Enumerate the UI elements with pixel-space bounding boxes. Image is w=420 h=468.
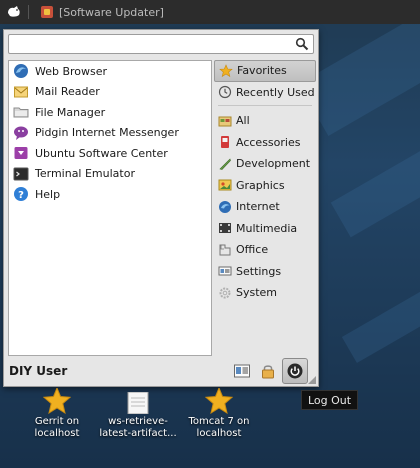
app-item-label: File Manager bbox=[35, 105, 106, 119]
star-bookmark-icon bbox=[43, 388, 71, 414]
app-item-help[interactable]: ? Help bbox=[9, 184, 211, 205]
category-office[interactable]: Office bbox=[214, 239, 316, 261]
search-icon[interactable] bbox=[295, 37, 309, 51]
search-input[interactable] bbox=[9, 35, 289, 53]
category-list: Favorites Recently Used All Accessories bbox=[214, 60, 316, 356]
mail-icon bbox=[14, 86, 28, 98]
log-out-tooltip: Log Out bbox=[301, 390, 359, 410]
app-item-label: Pidgin Internet Messenger bbox=[35, 126, 179, 140]
svg-text:?: ? bbox=[18, 190, 24, 201]
pidgin-icon bbox=[14, 126, 28, 140]
category-internet[interactable]: Internet bbox=[214, 196, 316, 218]
app-item-label: Terminal Emulator bbox=[35, 167, 135, 181]
desktop-icon-label: ws-retrieve- bbox=[108, 416, 168, 427]
document-icon bbox=[127, 392, 149, 414]
app-item-web-browser[interactable]: Web Browser bbox=[9, 61, 211, 82]
category-label: All bbox=[236, 114, 250, 128]
category-development[interactable]: Development bbox=[214, 153, 316, 175]
category-label: Accessories bbox=[236, 135, 301, 149]
software-updater-icon bbox=[41, 6, 53, 18]
terminal-icon bbox=[13, 167, 29, 181]
category-label: Office bbox=[236, 243, 269, 257]
taskbar-item-label: [Software Updater] bbox=[59, 5, 164, 19]
settings-icon bbox=[218, 266, 232, 276]
category-system[interactable]: System bbox=[214, 282, 316, 304]
xfce-mouse-icon bbox=[8, 6, 20, 17]
wallpaper-shape bbox=[330, 122, 420, 238]
internet-icon bbox=[219, 200, 231, 213]
development-icon bbox=[219, 158, 231, 170]
whisker-menu: Web Browser Mail Reader File Manager Pid… bbox=[3, 29, 319, 387]
settings-manager-button[interactable] bbox=[231, 359, 253, 383]
category-label: Recently Used bbox=[236, 85, 315, 99]
category-recently-used[interactable]: Recently Used bbox=[214, 82, 316, 104]
app-item-software-center[interactable]: Ubuntu Software Center bbox=[9, 143, 211, 164]
desktop-icon-gerrit[interactable]: Gerrit on localhost bbox=[12, 386, 102, 440]
app-item-label: Ubuntu Software Center bbox=[35, 146, 168, 160]
category-label: Multimedia bbox=[236, 221, 298, 235]
category-all[interactable]: All bbox=[214, 110, 316, 132]
system-icon bbox=[219, 287, 231, 299]
log-out-button[interactable] bbox=[282, 358, 308, 384]
application-list: Web Browser Mail Reader File Manager Pid… bbox=[8, 60, 212, 356]
category-settings[interactable]: Settings bbox=[214, 261, 316, 283]
multimedia-icon bbox=[219, 223, 231, 234]
app-item-terminal[interactable]: Terminal Emulator bbox=[9, 164, 211, 185]
category-label: Internet bbox=[236, 200, 280, 214]
app-item-file-manager[interactable]: File Manager bbox=[9, 102, 211, 123]
category-label: Favorites bbox=[237, 64, 287, 78]
taskbar-item-software-updater[interactable]: [Software Updater] bbox=[41, 6, 164, 19]
panel-separator bbox=[28, 5, 29, 19]
star-icon bbox=[219, 63, 233, 77]
app-item-pidgin[interactable]: Pidgin Internet Messenger bbox=[9, 123, 211, 144]
folder-icon bbox=[13, 107, 29, 118]
category-label: System bbox=[236, 286, 278, 300]
category-graphics[interactable]: Graphics bbox=[214, 175, 316, 197]
desktop-icon-label: localhost bbox=[196, 428, 242, 439]
category-label: Graphics bbox=[236, 178, 285, 192]
app-item-mail-reader[interactable]: Mail Reader bbox=[9, 82, 211, 103]
search-box[interactable] bbox=[8, 34, 314, 54]
category-multimedia[interactable]: Multimedia bbox=[214, 218, 316, 240]
desktop-icon-label: latest-artifact... bbox=[99, 428, 177, 439]
desktop-icon-label: Gerrit on bbox=[34, 416, 80, 427]
office-icon bbox=[219, 244, 231, 256]
settings-manager-icon bbox=[234, 364, 250, 378]
category-favorites[interactable]: Favorites bbox=[214, 60, 316, 82]
resize-grip-icon[interactable] bbox=[308, 376, 316, 384]
category-accessories[interactable]: Accessories bbox=[214, 132, 316, 154]
all-icon bbox=[218, 116, 232, 127]
wallpaper-shape bbox=[341, 267, 420, 363]
category-separator bbox=[218, 105, 312, 106]
help-icon: ? bbox=[14, 187, 28, 202]
app-item-label: Help bbox=[35, 187, 61, 201]
desktop-icon-ws-retrieve[interactable]: ws-retrieve- latest-artifact... bbox=[93, 386, 183, 440]
lock-screen-button[interactable] bbox=[257, 359, 279, 383]
top-panel: [Software Updater] bbox=[0, 0, 420, 24]
desktop-icon-tomcat[interactable]: Tomcat 7 on localhost bbox=[174, 386, 264, 440]
lock-icon bbox=[262, 365, 274, 379]
software-center-icon bbox=[14, 147, 28, 160]
accessories-icon bbox=[221, 136, 229, 149]
desktop-icon-label: localhost bbox=[34, 428, 80, 439]
user-name: DIY User bbox=[9, 364, 68, 378]
web-browser-icon bbox=[14, 64, 28, 79]
app-item-label: Web Browser bbox=[35, 64, 108, 78]
category-label: Settings bbox=[236, 264, 282, 278]
app-item-label: Mail Reader bbox=[35, 85, 100, 99]
power-icon bbox=[287, 363, 303, 379]
whisker-menu-button[interactable] bbox=[4, 2, 24, 22]
clock-icon bbox=[218, 86, 232, 99]
graphics-icon bbox=[218, 179, 232, 191]
desktop-icon-label: Tomcat 7 on bbox=[188, 416, 250, 427]
star-bookmark-icon bbox=[205, 388, 233, 414]
category-label: Development bbox=[236, 157, 311, 171]
